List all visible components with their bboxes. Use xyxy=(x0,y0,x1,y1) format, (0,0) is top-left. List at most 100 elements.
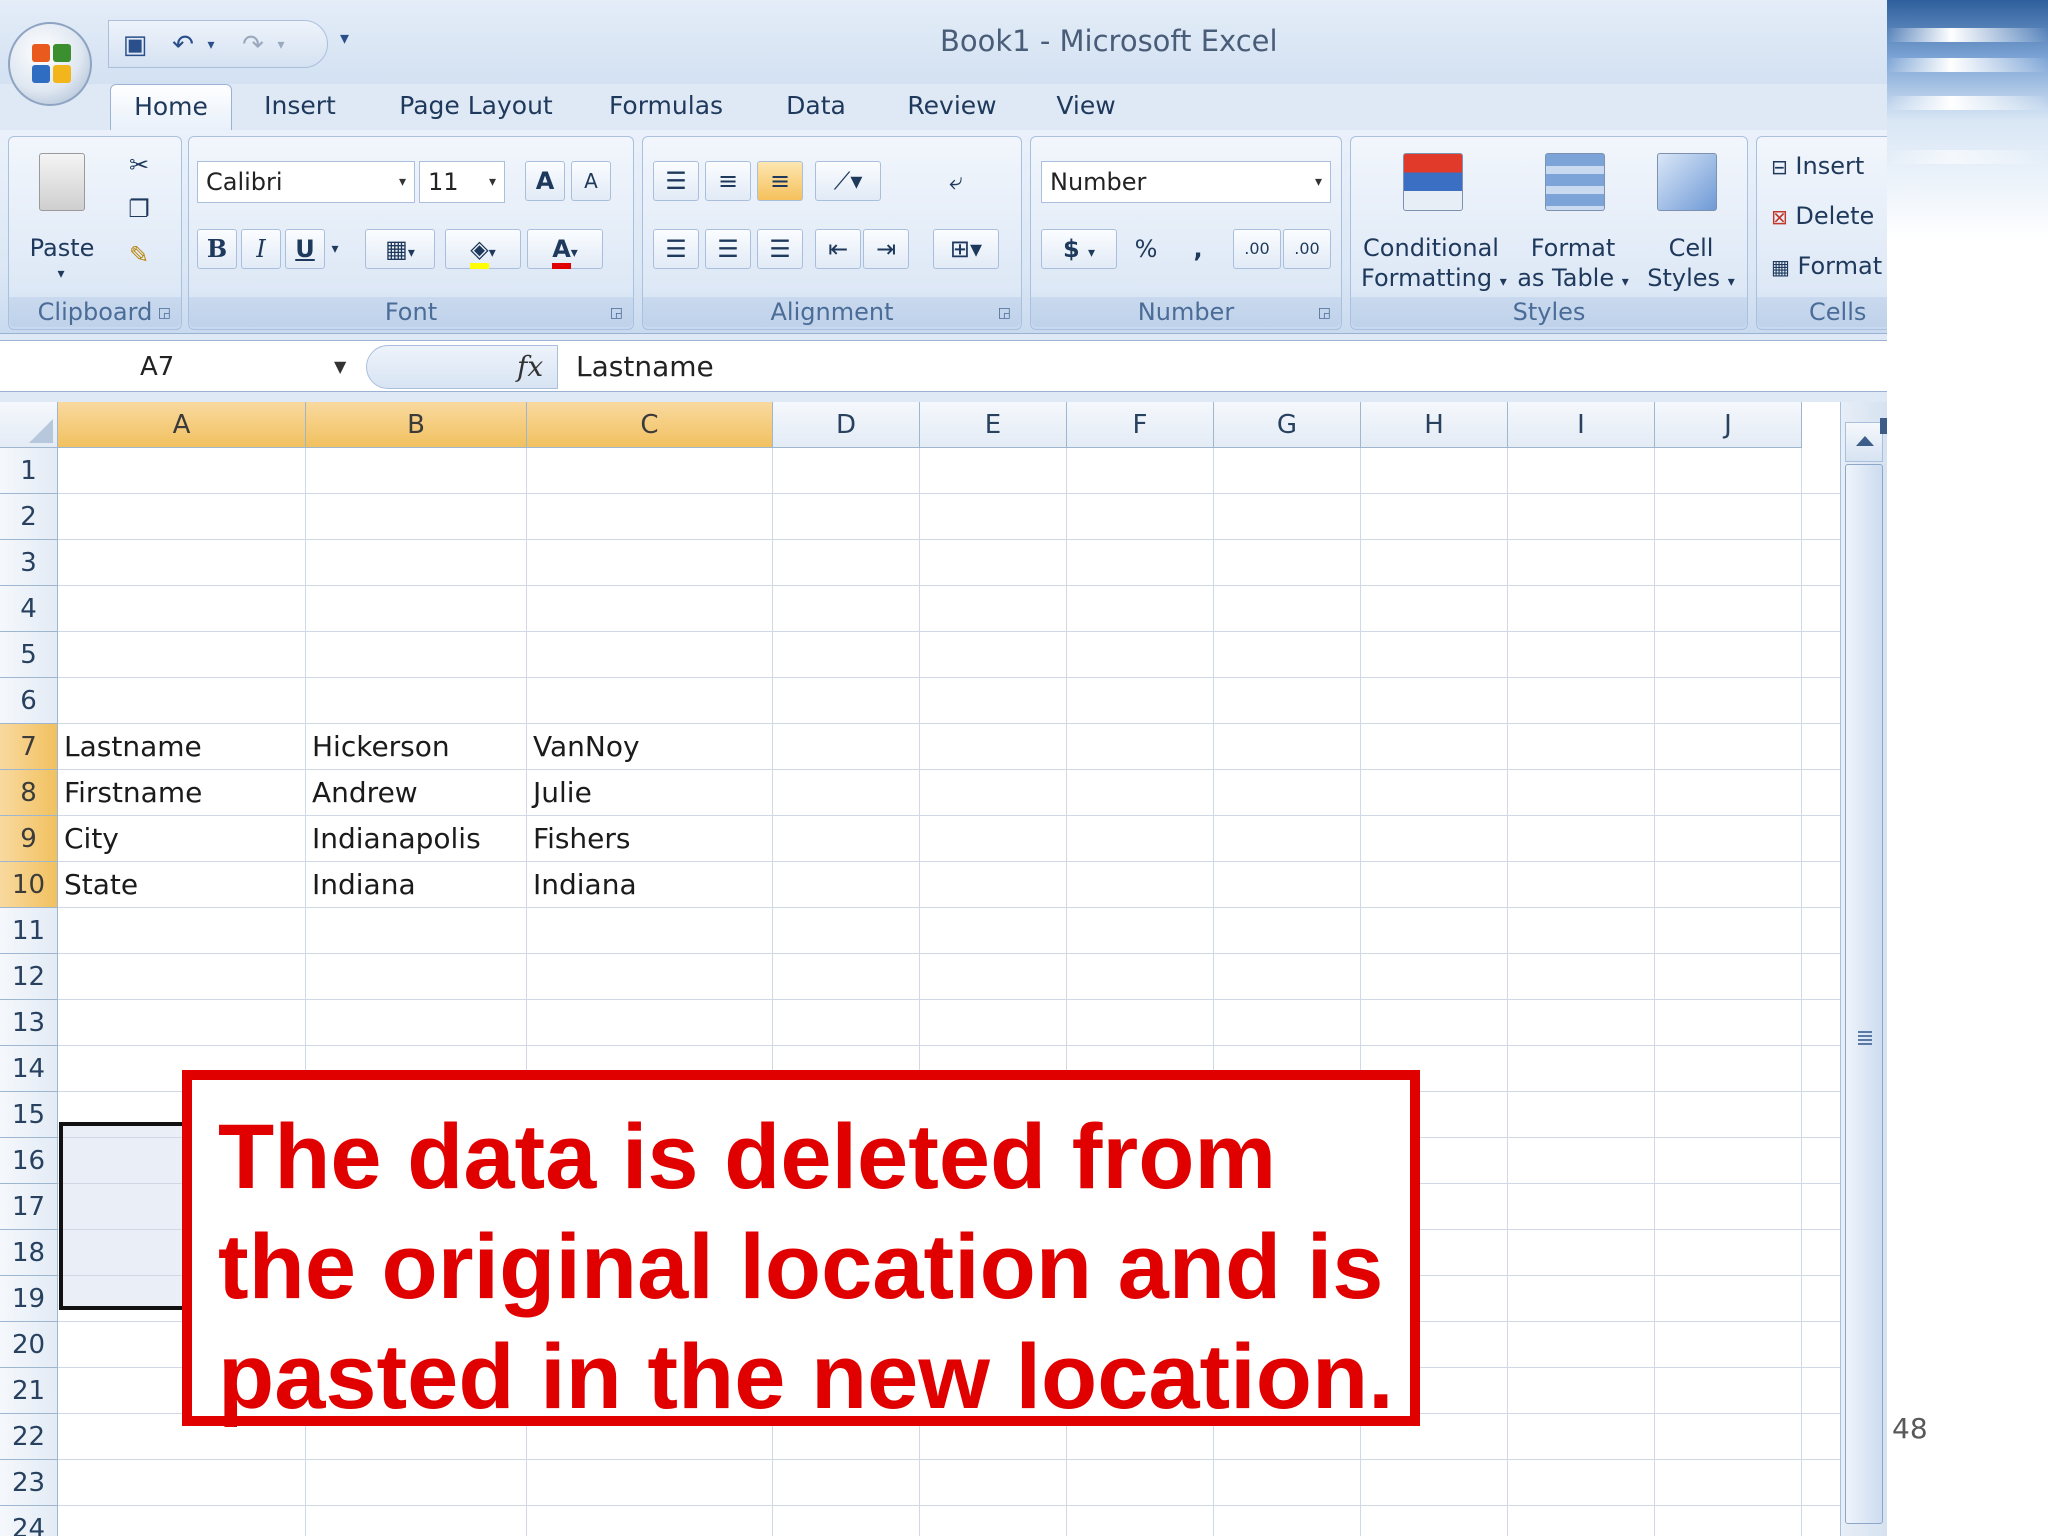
center-icon[interactable]: ☰ xyxy=(705,229,751,269)
comma-button[interactable]: , xyxy=(1175,229,1221,269)
row-header-8[interactable]: 8 xyxy=(0,770,58,816)
font-family-select[interactable]: Calibri ▾ xyxy=(197,161,415,203)
paste-icon[interactable] xyxy=(39,153,85,211)
currency-button[interactable]: $ ▾ xyxy=(1041,229,1117,269)
align-right-icon[interactable]: ☰ xyxy=(757,229,803,269)
format-cells-button[interactable]: ▦ Format xyxy=(1771,251,1882,282)
increase-indent-icon[interactable]: ⇥ xyxy=(863,229,909,269)
row-header-15[interactable]: 15 xyxy=(0,1092,58,1138)
office-button[interactable] xyxy=(8,22,92,106)
alignment-launcher-icon[interactable]: ◲ xyxy=(998,305,1011,321)
row-header-13[interactable]: 13 xyxy=(0,1000,58,1046)
grow-font-button[interactable]: A xyxy=(525,161,565,201)
number-launcher-icon[interactable]: ◲ xyxy=(1318,305,1331,321)
bottom-align-icon[interactable]: ≡ xyxy=(757,161,803,201)
column-header-a[interactable]: A xyxy=(58,402,306,448)
format-as-table-icon[interactable] xyxy=(1545,153,1605,211)
cell-a10[interactable]: State xyxy=(58,862,306,908)
cut-icon[interactable]: ✂ xyxy=(119,145,159,185)
chevron-down-icon[interactable]: ▼ xyxy=(334,347,346,387)
save-icon[interactable]: ▣ xyxy=(121,31,149,59)
row-header-18[interactable]: 18 xyxy=(0,1230,58,1276)
undo-dropdown-icon[interactable]: ▾ xyxy=(197,31,225,59)
column-header-g[interactable]: G xyxy=(1214,402,1361,448)
cell-b8[interactable]: Andrew xyxy=(306,770,527,816)
scrollbar-thumb[interactable] xyxy=(1845,464,1883,1524)
decrease-indent-icon[interactable]: ⇤ xyxy=(815,229,861,269)
customize-qat-icon[interactable]: ▾ xyxy=(340,28,349,49)
column-header-b[interactable]: B xyxy=(306,402,527,448)
increase-decimal-button[interactable]: .00 xyxy=(1233,229,1281,269)
redo-dropdown-icon[interactable]: ▾ xyxy=(267,31,295,59)
tab-data[interactable]: Data xyxy=(770,84,862,130)
cell-a7[interactable]: Lastname xyxy=(58,724,306,770)
cell-c10[interactable]: Indiana xyxy=(527,862,773,908)
fill-color-button[interactable]: ◈▾ xyxy=(445,229,521,269)
shrink-font-button[interactable]: A xyxy=(571,161,611,201)
cell-b7[interactable]: Hickerson xyxy=(306,724,527,770)
row-header-7[interactable]: 7 xyxy=(0,724,58,770)
cell-b10[interactable]: Indiana xyxy=(306,862,527,908)
row-header-20[interactable]: 20 xyxy=(0,1322,58,1368)
cell-b9[interactable]: Indianapolis xyxy=(306,816,527,862)
insert-function-icon[interactable]: fx xyxy=(517,350,543,383)
column-header-f[interactable]: F xyxy=(1067,402,1214,448)
conditional-formatting-icon[interactable] xyxy=(1403,153,1463,211)
row-header-10[interactable]: 10 xyxy=(0,862,58,908)
row-header-23[interactable]: 23 xyxy=(0,1460,58,1506)
row-header-2[interactable]: 2 xyxy=(0,494,58,540)
top-align-icon[interactable]: ☰ xyxy=(653,161,699,201)
column-header-e[interactable]: E xyxy=(920,402,1067,448)
cell-c7[interactable]: VanNoy xyxy=(527,724,773,770)
delete-cells-button[interactable]: ⊠ Delete xyxy=(1771,201,1874,232)
row-header-9[interactable]: 9 xyxy=(0,816,58,862)
borders-button[interactable]: ▦▾ xyxy=(365,229,435,269)
percent-button[interactable]: % xyxy=(1123,229,1169,269)
tab-formulas[interactable]: Formulas xyxy=(596,84,736,130)
decrease-decimal-button[interactable]: .00 xyxy=(1283,229,1331,269)
row-header-1[interactable]: 1 xyxy=(0,448,58,494)
font-color-button[interactable]: A▾ xyxy=(527,229,603,269)
italic-button[interactable]: I xyxy=(241,229,281,269)
paste-dropdown-icon[interactable]: ▾ xyxy=(49,259,73,289)
vertical-scrollbar[interactable] xyxy=(1840,402,1887,1536)
clipboard-launcher-icon[interactable]: ◲ xyxy=(158,305,171,321)
cell-a8[interactable]: Firstname xyxy=(58,770,306,816)
tab-view[interactable]: View xyxy=(1040,84,1132,130)
row-header-14[interactable]: 14 xyxy=(0,1046,58,1092)
insert-cells-button[interactable]: ⊟ Insert xyxy=(1771,151,1864,182)
column-header-i[interactable]: I xyxy=(1508,402,1655,448)
tab-insert[interactable]: Insert xyxy=(248,84,352,130)
cell-styles-button[interactable]: Cell Styles ▾ xyxy=(1641,233,1741,297)
row-header-5[interactable]: 5 xyxy=(0,632,58,678)
tab-review[interactable]: Review xyxy=(892,84,1012,130)
row-header-21[interactable]: 21 xyxy=(0,1368,58,1414)
cell-c8[interactable]: Julie xyxy=(527,770,773,816)
row-header-16[interactable]: 16 xyxy=(0,1138,58,1184)
tab-home[interactable]: Home xyxy=(110,84,232,130)
row-header-12[interactable]: 12 xyxy=(0,954,58,1000)
cell-c9[interactable]: Fishers xyxy=(527,816,773,862)
undo-icon[interactable]: ↶ xyxy=(169,31,197,59)
merge-center-icon[interactable]: ⊞▾ xyxy=(933,229,999,269)
row-header-19[interactable]: 19 xyxy=(0,1276,58,1322)
tab-page-layout[interactable]: Page Layout xyxy=(388,84,564,130)
font-launcher-icon[interactable]: ◲ xyxy=(610,305,623,321)
column-header-h[interactable]: H xyxy=(1361,402,1508,448)
copy-icon[interactable]: ❐ xyxy=(119,189,159,229)
middle-align-icon[interactable]: ≡ xyxy=(705,161,751,201)
conditional-formatting-button[interactable]: Conditional Formatting ▾ xyxy=(1361,233,1507,297)
split-box[interactable] xyxy=(1880,418,1887,434)
column-header-j[interactable]: J xyxy=(1655,402,1802,448)
column-header-d[interactable]: D xyxy=(773,402,920,448)
underline-button[interactable]: U xyxy=(285,229,325,269)
scroll-up-arrow-icon[interactable] xyxy=(1845,422,1883,462)
orientation-icon[interactable]: ⟋▾ xyxy=(815,161,881,201)
redo-icon[interactable]: ↷ xyxy=(239,31,267,59)
underline-dropdown-icon[interactable]: ▾ xyxy=(325,229,345,269)
row-header-11[interactable]: 11 xyxy=(0,908,58,954)
cell-a9[interactable]: City xyxy=(58,816,306,862)
cell-styles-icon[interactable] xyxy=(1657,153,1717,211)
number-format-select[interactable]: Number ▾ xyxy=(1041,161,1331,203)
format-as-table-button[interactable]: Format as Table ▾ xyxy=(1511,233,1635,297)
